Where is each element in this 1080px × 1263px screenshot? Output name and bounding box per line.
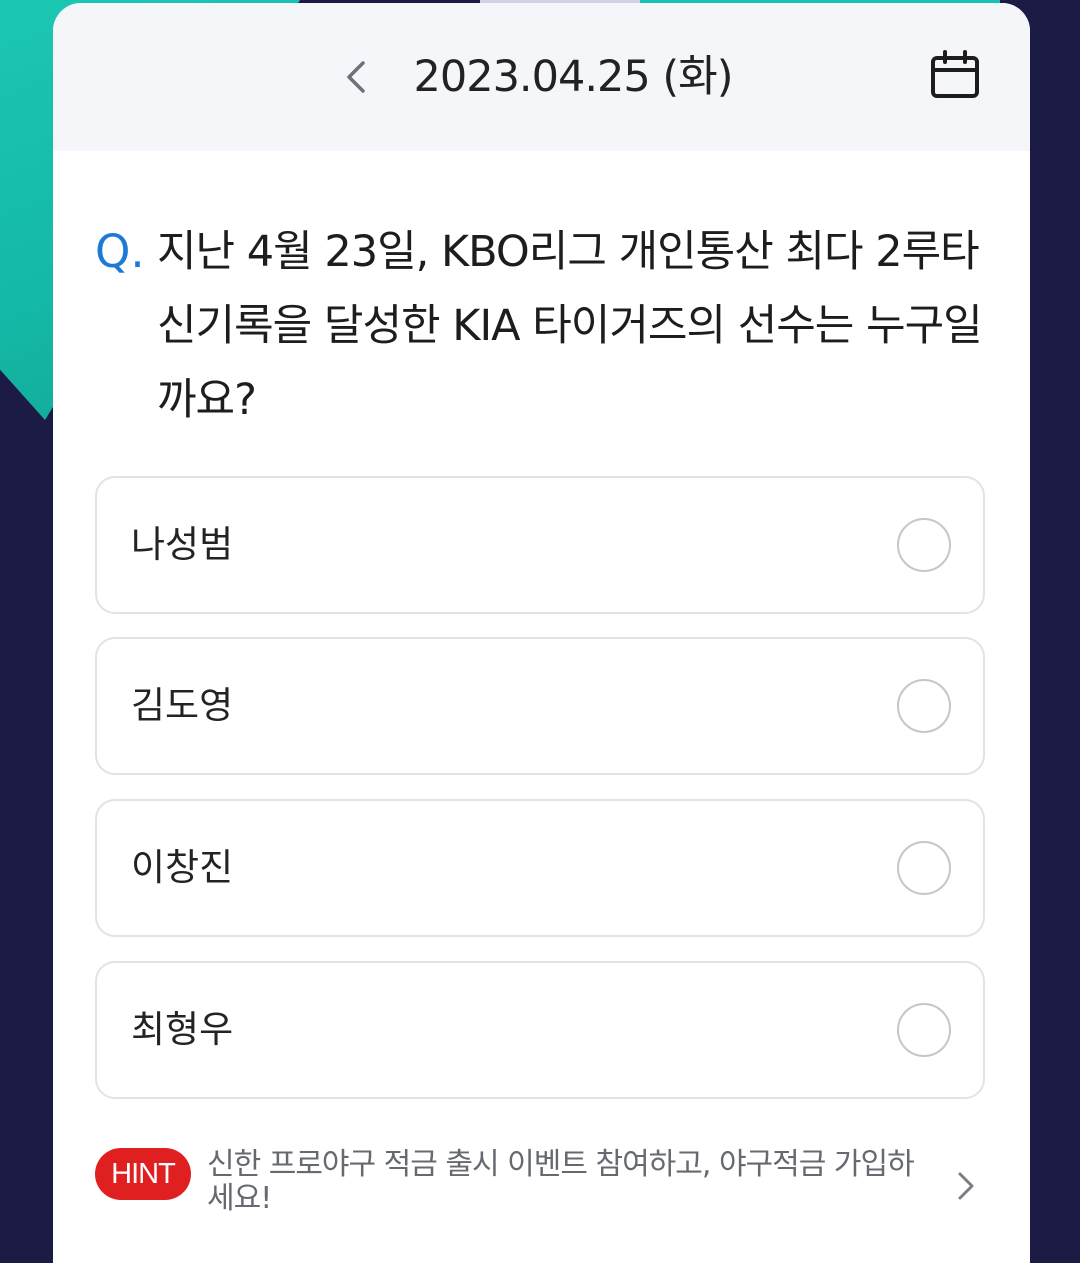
hint-text: 신한 프로야구 적금 출시 이벤트 참여하고, 야구적금 가입하세요! [207,1147,915,1216]
quiz-card: 2023.04.25 (화) Q. 지난 4월 23일, KBO리그 개인통산 … [53,3,1030,1263]
answer-option-3[interactable]: 이창진 [95,799,985,937]
question-prefix: Q. [95,225,145,278]
radio-button[interactable] [897,1003,951,1057]
hint-link[interactable]: HINT 신한 프로야구 적금 출시 이벤트 참여하고, 야구적금 가입하세요! [95,1144,985,1224]
answer-option-label: 이창진 [131,846,234,889]
date-header: 2023.04.25 (화) [53,3,1030,151]
selected-date: 2023.04.25 (화) [413,52,734,102]
answer-option-label: 최형우 [131,1008,234,1051]
answer-option-1[interactable]: 나성범 [95,476,985,614]
answer-option-label: 나성범 [131,523,234,566]
answer-option-2[interactable]: 김도영 [95,637,985,775]
hint-badge: HINT [95,1148,191,1200]
question-text: 지난 4월 23일, KBO리그 개인통산 최다 2루타 신기록을 달성한 KI… [157,227,983,425]
calendar-button[interactable] [925,47,985,107]
calendar-icon [931,50,979,98]
radio-button[interactable] [897,841,951,895]
answer-option-label: 김도영 [131,684,234,727]
radio-button[interactable] [897,518,951,572]
chevron-right-icon [958,1172,974,1200]
answer-option-4[interactable]: 최형우 [95,961,985,1099]
radio-button[interactable] [897,679,951,733]
